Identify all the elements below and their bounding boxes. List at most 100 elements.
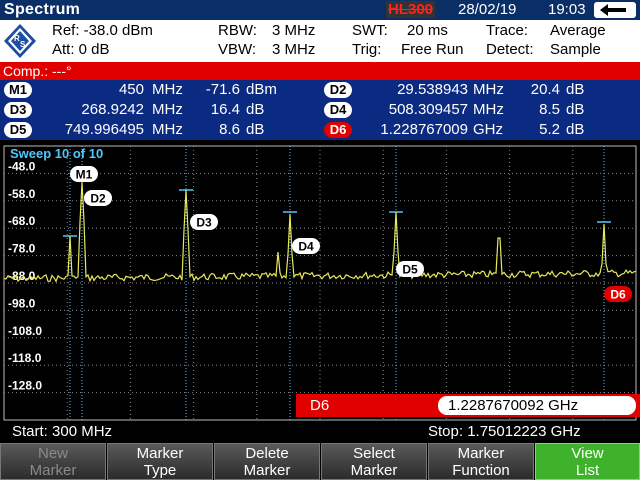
marker-label: M1 xyxy=(76,168,93,182)
comp-status: Comp.: ---° xyxy=(0,62,640,80)
attenuation[interactable]: Att: 0 dB xyxy=(52,41,110,58)
marker-d3-freq-unit: MHz xyxy=(152,101,183,118)
y-axis-ticks: -48.0 -58.0 -68.0 -78.0 -88.0 -98.0 -108.0 -118… xyxy=(8,159,42,392)
marker-d6-freq: 1.228767009 xyxy=(380,121,468,138)
marker-d3-level: 16.4 xyxy=(210,101,240,118)
svg-text:S: S xyxy=(20,40,26,49)
start-frequency[interactable]: Start: 300 MHz xyxy=(12,423,112,440)
marker-d4-level: 8.5 xyxy=(539,101,560,118)
select-marker-button[interactable]: Select Marker xyxy=(321,443,427,480)
marker-badge-d2[interactable]: D2 xyxy=(324,82,352,98)
sweep-counter: Sweep 10 of 10 xyxy=(10,146,103,161)
marker-d2-level: 20.4 xyxy=(530,81,560,98)
marker-d5-level: 8.6 xyxy=(219,121,240,138)
marker-d4-level-unit: dB xyxy=(566,101,585,118)
vbw-label: VBW: xyxy=(218,41,257,58)
y-tick-label: -58.0 xyxy=(8,187,36,201)
marker-d3-freq: 268.9242 xyxy=(81,101,144,118)
marker-badge-d4[interactable]: D4 xyxy=(324,102,352,118)
marker-d2-freq-unit: MHz xyxy=(473,81,504,98)
settings-panel: R S Ref: -38.0 dBm Att: 0 dB RBW: 3 MHz … xyxy=(0,20,640,62)
y-tick-label: -78.0 xyxy=(8,242,36,256)
y-tick-label: -88.0 xyxy=(8,269,36,283)
y-tick-label: -68.0 xyxy=(8,214,36,228)
softkey-label: Select xyxy=(353,445,395,462)
spectrum-plot[interactable]: -48.0 -58.0 -68.0 -78.0 -88.0 -98.0 -108.0 -118… xyxy=(0,140,640,423)
marker-badge-m1[interactable]: M1 xyxy=(4,82,32,98)
softkey-bar: New Marker Marker Type Delete Marker Sel… xyxy=(0,442,640,480)
marker-d6-freq-unit: GHz xyxy=(473,121,503,138)
marker-d6-level-unit: dB xyxy=(566,121,585,138)
marker-d5-level-unit: dB xyxy=(246,121,265,138)
marker-label: D5 xyxy=(402,263,418,277)
span-info: Start: 300 MHz Stop: 1.75012223 GHz xyxy=(0,422,640,442)
new-marker-button[interactable]: New Marker xyxy=(0,443,106,480)
marker-d4-freq-unit: MHz xyxy=(473,101,504,118)
marker-label: D2 xyxy=(90,192,106,206)
marker-function-button[interactable]: Marker Function xyxy=(428,443,534,480)
ref-level[interactable]: Ref: -38.0 dBm xyxy=(52,22,153,39)
marker-d2-level-unit: dB xyxy=(566,81,585,98)
mode-title: Spectrum xyxy=(4,1,81,18)
marker-type-button[interactable]: Marker Type xyxy=(107,443,213,480)
softkey-label: Marker xyxy=(29,462,77,479)
softkey-label: Type xyxy=(143,462,177,479)
marker-label: D6 xyxy=(610,288,626,302)
delete-marker-button[interactable]: Delete Marker xyxy=(214,443,320,480)
trig-label: Trig: xyxy=(352,41,382,58)
marker-frequency-input[interactable]: 1.2287670092 GHz xyxy=(438,396,636,415)
y-tick-label: -118.0 xyxy=(8,351,42,365)
marker-d3-level-unit: dB xyxy=(246,101,265,118)
y-tick-label: -108.0 xyxy=(8,324,42,338)
swt-value[interactable]: 20 ms xyxy=(407,22,448,39)
marker-entry-label: D6 xyxy=(310,397,330,414)
stop-frequency[interactable]: Stop: 1.75012223 GHz xyxy=(428,423,581,440)
vbw-value[interactable]: 3 MHz xyxy=(272,41,315,58)
status-code: HL300 xyxy=(386,1,436,18)
trig-value[interactable]: Free Run xyxy=(401,41,464,58)
marker-label: D3 xyxy=(196,216,212,230)
date-display: 28/02/19 xyxy=(458,1,517,18)
back-arrow-icon xyxy=(600,4,626,16)
softkey-label: List xyxy=(575,462,600,479)
rs-logo-icon: R S xyxy=(4,24,36,58)
marker-table: M1 450 MHz -71.6 dBm D2 29.538943 MHz 20… xyxy=(0,80,640,140)
softkey-label: Marker xyxy=(243,462,291,479)
marker-badge-d5[interactable]: D5 xyxy=(4,122,32,138)
softkey-label: Marker xyxy=(350,462,398,479)
marker-badge-d6[interactable]: D6 xyxy=(324,122,352,138)
y-tick-label: -98.0 xyxy=(8,296,36,310)
swt-label: SWT: xyxy=(352,22,388,39)
softkey-label: New xyxy=(37,445,68,462)
marker-d2-freq: 29.538943 xyxy=(397,81,468,98)
spectrum-graph[interactable]: -48.0 -58.0 -68.0 -78.0 -88.0 -98.0 -108.0 -118… xyxy=(0,140,640,423)
title-bar: Spectrum HL300 28/02/19 19:03 xyxy=(0,0,640,20)
marker-labels: M1 D2 D3 D4 D5 D6 xyxy=(70,166,632,302)
trace-value[interactable]: Average xyxy=(550,22,606,39)
y-tick-label: -48.0 xyxy=(8,159,36,173)
rbw-label: RBW: xyxy=(218,22,257,39)
plot-grid xyxy=(3,145,637,421)
marker-m1-freq: 450 xyxy=(118,81,144,98)
marker-m1-level: -71.6 xyxy=(205,81,240,98)
softkey-label: Function xyxy=(452,462,510,479)
detect-label: Detect: xyxy=(486,41,534,58)
marker-label: D4 xyxy=(298,240,314,254)
y-tick-label: -128.0 xyxy=(8,379,42,393)
back-button[interactable] xyxy=(594,2,636,18)
softkey-label: Delete xyxy=(245,445,289,462)
marker-d4-freq: 508.309457 xyxy=(388,101,468,118)
softkey-label: Marker xyxy=(136,445,184,462)
marker-d5-freq-unit: MHz xyxy=(152,121,183,138)
marker-d6-level: 5.2 xyxy=(539,121,560,138)
softkey-label: View xyxy=(571,445,604,462)
marker-m1-freq-unit: MHz xyxy=(152,81,183,98)
trace-label: Trace: xyxy=(486,22,528,39)
marker-m1-level-unit: dBm xyxy=(246,81,277,98)
detect-value[interactable]: Sample xyxy=(550,41,601,58)
view-list-button[interactable]: View List xyxy=(535,443,640,480)
marker-badge-d3[interactable]: D3 xyxy=(4,102,32,118)
marker-entry-bar: D6 1.2287670092 GHz xyxy=(296,394,640,417)
rbw-value[interactable]: 3 MHz xyxy=(272,22,315,39)
time-display: 19:03 xyxy=(548,1,586,18)
